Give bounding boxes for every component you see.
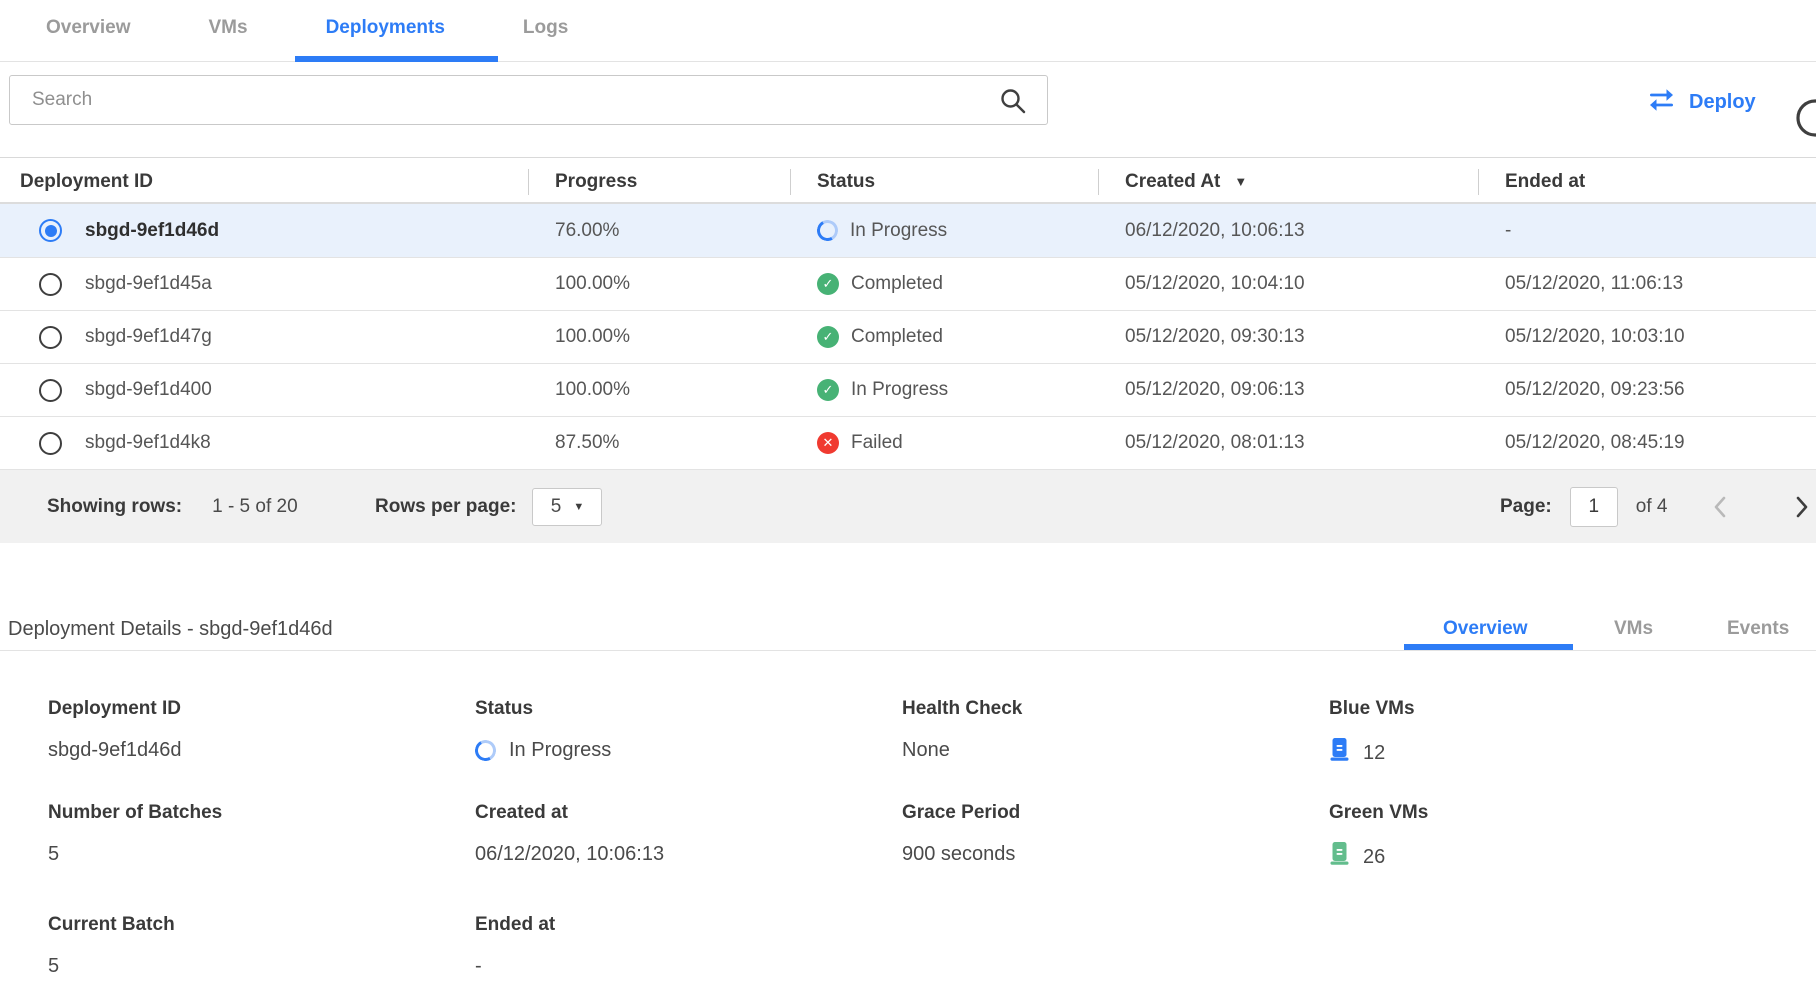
showing-rows-label: Showing rows: (47, 496, 182, 518)
field-blue-vms: Blue VMs 12 (1329, 697, 1756, 769)
field-ended-at: Ended at - (475, 913, 902, 979)
field-number-of-batches: Number of Batches 5 (48, 801, 475, 873)
details-row-2: Number of Batches 5 Created at 06/12/202… (48, 801, 1756, 873)
active-tab-indicator (295, 56, 498, 62)
ended-at-value: 05/12/2020, 08:45:19 (1478, 432, 1816, 454)
table-row[interactable]: sbgd-9ef1d47g 100.00% ✓ Completed 05/12/… (0, 310, 1816, 363)
table-row[interactable]: sbgd-9ef1d45a 100.00% ✓ Completed 05/12/… (0, 257, 1816, 310)
field-created-at: Created at 06/12/2020, 10:06:13 (475, 801, 902, 873)
search-icon (999, 87, 1027, 120)
rows-per-page-select[interactable]: 5 ▼ (532, 488, 602, 526)
row-radio[interactable] (39, 379, 62, 402)
field-status: Status In Progress (475, 697, 902, 769)
progress-value: 76.00% (528, 220, 790, 242)
deploy-button-label: Deploy (1689, 91, 1756, 114)
created-at-value: 05/12/2020, 09:06:13 (1098, 379, 1478, 401)
previous-page-button[interactable] (1713, 495, 1727, 519)
field-current-batch: Current Batch 5 (48, 913, 475, 979)
progress-value: 100.00% (528, 273, 790, 295)
row-radio-selected[interactable] (39, 219, 62, 242)
column-header-deployment-id[interactable]: Deployment ID (0, 158, 528, 205)
refresh-icon (1793, 96, 1816, 140)
row-radio[interactable] (39, 326, 62, 349)
deployment-id: sbgd-9ef1d4k8 (85, 432, 211, 454)
details-active-tab-indicator (1404, 644, 1573, 650)
search-input[interactable] (10, 76, 1047, 124)
table-row[interactable]: sbgd-9ef1d46d 76.00% In Progress 06/12/2… (0, 204, 1816, 257)
ended-at-value: 05/12/2020, 11:06:13 (1478, 273, 1816, 295)
created-at-value: 05/12/2020, 09:30:13 (1098, 326, 1478, 348)
details-tab-vms[interactable]: VMs (1614, 618, 1653, 640)
deployment-id: sbgd-9ef1d46d (85, 220, 219, 242)
page-total: of 4 (1636, 496, 1668, 518)
table-header-row: Deployment ID Progress Status Created At… (0, 157, 1816, 204)
refresh-button[interactable] (1793, 96, 1816, 140)
status-completed-check-icon: ✓ (817, 379, 839, 401)
deployment-details-title: Deployment Details - sbgd-9ef1d46d (8, 618, 333, 641)
column-header-progress[interactable]: Progress (528, 158, 790, 205)
sort-desc-icon: ▼ (1234, 174, 1247, 189)
tab-logs[interactable]: Logs (523, 17, 568, 39)
details-tab-events[interactable]: Events (1727, 618, 1789, 640)
created-at-value: 05/12/2020, 08:01:13 (1098, 432, 1478, 454)
deployment-id: sbgd-9ef1d400 (85, 379, 212, 401)
table-row[interactable]: sbgd-9ef1d4k8 87.50% ✕ Failed 05/12/2020… (0, 416, 1816, 469)
ended-at-value: - (1478, 220, 1816, 242)
deployment-id: sbgd-9ef1d45a (85, 273, 212, 295)
tab-bar-divider (0, 61, 1816, 62)
details-tab-overview[interactable]: Overview (1443, 618, 1528, 640)
details-row-1: Deployment ID sbgd-9ef1d46d Status In Pr… (48, 697, 1756, 769)
rows-per-page-label: Rows per page: (375, 496, 516, 518)
tab-deployments[interactable]: Deployments (326, 17, 445, 39)
status-label: Completed (851, 326, 943, 348)
status-label: In Progress (850, 220, 947, 242)
table-row[interactable]: sbgd-9ef1d400 100.00% ✓ In Progress 05/1… (0, 363, 1816, 416)
status-label: Failed (851, 432, 903, 454)
status-label: In Progress (851, 379, 948, 401)
search-box (9, 75, 1048, 125)
status-in-progress-spinner-icon (473, 737, 499, 763)
progress-value: 87.50% (528, 432, 790, 454)
dropdown-caret-icon: ▼ (573, 501, 584, 513)
status-completed-check-icon: ✓ (817, 326, 839, 348)
page-number-input[interactable] (1570, 487, 1618, 527)
table-pagination-footer: Showing rows: 1 - 5 of 20 Rows per page:… (0, 469, 1816, 543)
tab-overview[interactable]: Overview (46, 17, 131, 39)
chevron-right-icon (1795, 495, 1809, 519)
status-completed-check-icon: ✓ (817, 273, 839, 295)
row-radio[interactable] (39, 432, 62, 455)
deployments-table: Deployment ID Progress Status Created At… (0, 157, 1816, 543)
deployment-id: sbgd-9ef1d47g (85, 326, 212, 348)
row-radio[interactable] (39, 273, 62, 296)
status-in-progress-spinner-icon (815, 218, 841, 244)
blue-vm-icon (1329, 737, 1350, 769)
status-failed-x-icon: ✕ (817, 432, 839, 454)
column-header-ended-at[interactable]: Ended at (1478, 158, 1816, 205)
field-health-check: Health Check None (902, 697, 1329, 769)
status-label: Completed (851, 273, 943, 295)
ended-at-value: 05/12/2020, 09:23:56 (1478, 379, 1816, 401)
column-header-status[interactable]: Status (790, 158, 1098, 205)
chevron-left-icon (1713, 495, 1727, 519)
field-green-vms: Green VMs 26 (1329, 801, 1756, 873)
tab-vms[interactable]: VMs (209, 17, 248, 39)
ended-at-value: 05/12/2020, 10:03:10 (1478, 326, 1816, 348)
deploy-button[interactable]: Deploy (1648, 88, 1756, 117)
next-page-button[interactable] (1795, 495, 1809, 519)
column-header-created-at[interactable]: Created At ▼ (1098, 158, 1478, 205)
green-vm-icon (1329, 841, 1350, 873)
field-grace-period: Grace Period 900 seconds (902, 801, 1329, 873)
main-tab-bar: Overview VMs Deployments Logs (0, 0, 1816, 62)
page-label: Page: (1500, 496, 1552, 518)
progress-value: 100.00% (528, 326, 790, 348)
field-deployment-id: Deployment ID sbgd-9ef1d46d (48, 697, 475, 769)
created-at-value: 06/12/2020, 10:06:13 (1098, 220, 1478, 242)
showing-rows-value: 1 - 5 of 20 (212, 496, 298, 518)
details-row-3: Current Batch 5 Ended at - (48, 913, 1756, 979)
created-at-value: 05/12/2020, 10:04:10 (1098, 273, 1478, 295)
progress-value: 100.00% (528, 379, 790, 401)
details-divider (0, 650, 1816, 651)
deploy-swap-arrows-icon (1648, 88, 1675, 117)
